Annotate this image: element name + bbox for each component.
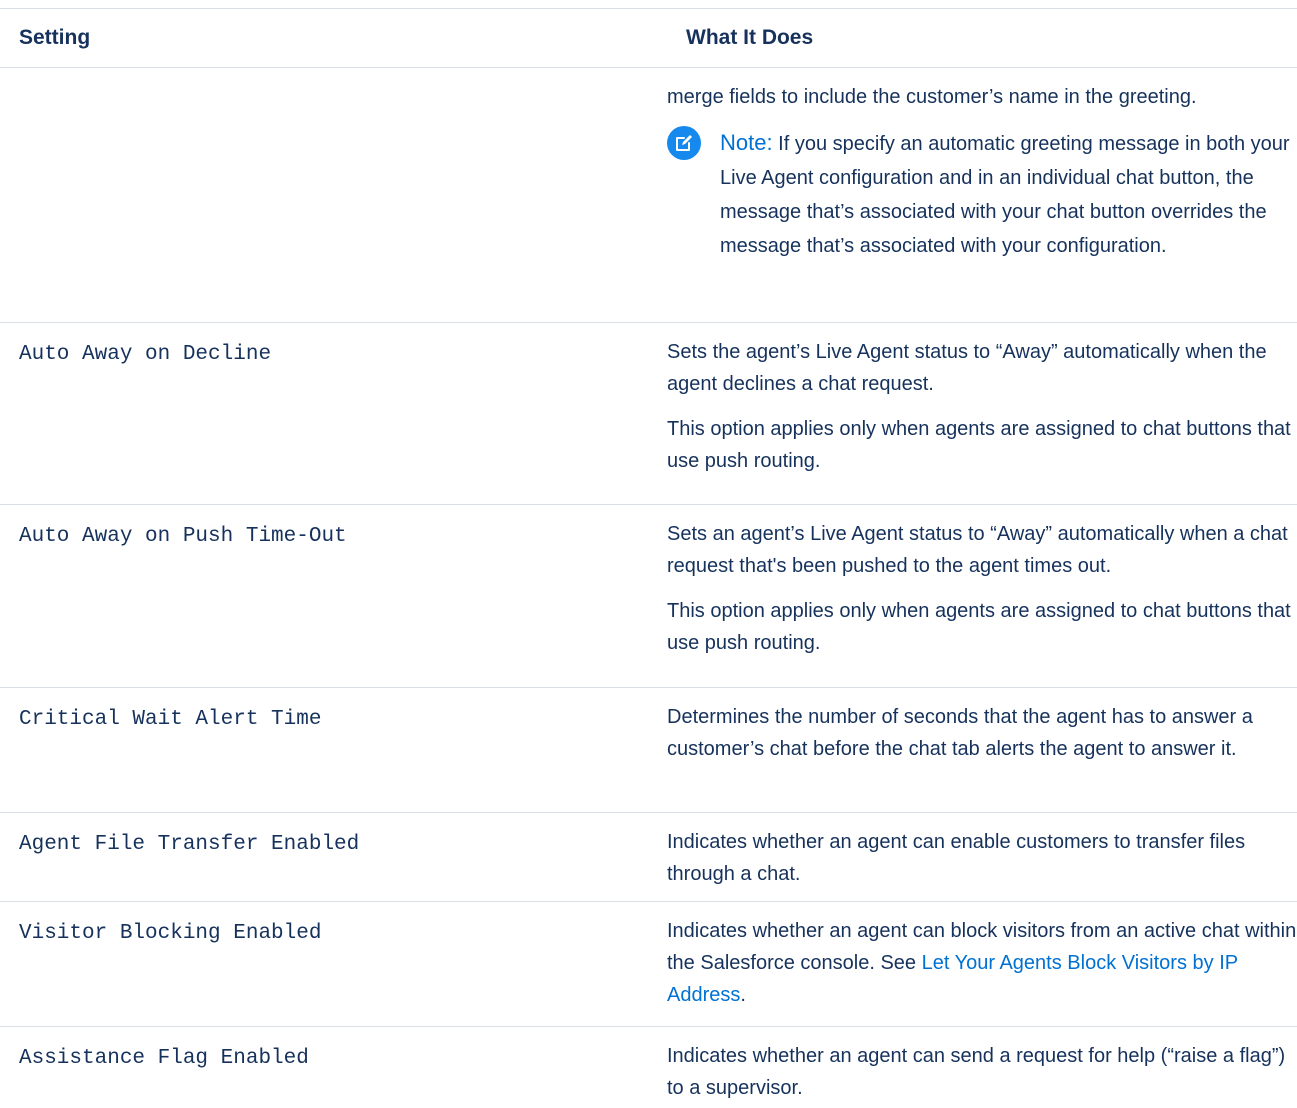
description-cell: Sets an agent’s Live Agent status to “Aw… (646, 505, 1297, 687)
table-header: Setting What It Does (0, 8, 1297, 68)
description-paragraph: Sets an agent’s Live Agent status to “Aw… (667, 523, 1288, 577)
edit-note-icon (667, 126, 701, 160)
description-paragraph: Determines the number of seconds that th… (667, 706, 1253, 760)
description-paragraph: This option applies only when agents are… (667, 600, 1291, 654)
description-paragraph: Sets the agent’s Live Agent status to “A… (667, 341, 1267, 395)
description-cell: Indicates whether an agent can enable cu… (646, 813, 1297, 901)
table-row: Auto Away on Push Time-Out Sets an agent… (0, 505, 1297, 688)
table-row: Auto Away on Decline Sets the agent’s Li… (0, 323, 1297, 505)
description-cell: Determines the number of seconds that th… (646, 688, 1297, 812)
description-paragraph: Indicates whether an agent can block vis… (667, 915, 1297, 1011)
note-label: Note: (720, 130, 773, 155)
note-body: Note: If you specify an automatic greeti… (701, 126, 1297, 263)
description-cell: Sets the agent’s Live Agent status to “A… (646, 323, 1297, 504)
table-row: Visitor Blocking Enabled Indicates wheth… (0, 902, 1297, 1027)
header-what-it-does: What It Does (686, 26, 814, 49)
description-paragraph: This option applies only when agents are… (667, 418, 1291, 472)
table-row: Critical Wait Alert Time Determines the … (0, 688, 1297, 813)
table-row: Agent File Transfer Enabled Indicates wh… (0, 813, 1297, 902)
setting-name: Assistance Flag Enabled (19, 1047, 309, 1070)
setting-name: Agent File Transfer Enabled (19, 833, 360, 856)
setting-cell-empty (0, 68, 646, 322)
settings-table: Setting What It Does merge fields to inc… (0, 8, 1297, 1106)
note-text: If you specify an automatic greeting mes… (720, 133, 1290, 257)
note-callout: Note: If you specify an automatic greeti… (667, 126, 1297, 279)
continuation-text: merge fields to include the customer’s n… (667, 86, 1197, 108)
table-row: Assistance Flag Enabled Indicates whethe… (0, 1027, 1297, 1106)
setting-name: Auto Away on Push Time-Out (19, 525, 347, 548)
setting-name: Visitor Blocking Enabled (19, 922, 322, 945)
description-paragraph: Indicates whether an agent can send a re… (667, 1045, 1286, 1099)
setting-name: Auto Away on Decline (19, 343, 272, 366)
description-cell: Indicates whether an agent can send a re… (646, 1027, 1297, 1106)
table-row-continuation: merge fields to include the customer’s n… (0, 68, 1297, 323)
description-paragraph: Indicates whether an agent can enable cu… (667, 831, 1246, 885)
setting-name: Critical Wait Alert Time (19, 708, 322, 731)
description-text: . (740, 984, 746, 1006)
description-cell: Indicates whether an agent can block vis… (646, 902, 1297, 1026)
description-cell: merge fields to include the customer’s n… (646, 68, 1297, 322)
header-setting: Setting (19, 26, 91, 49)
